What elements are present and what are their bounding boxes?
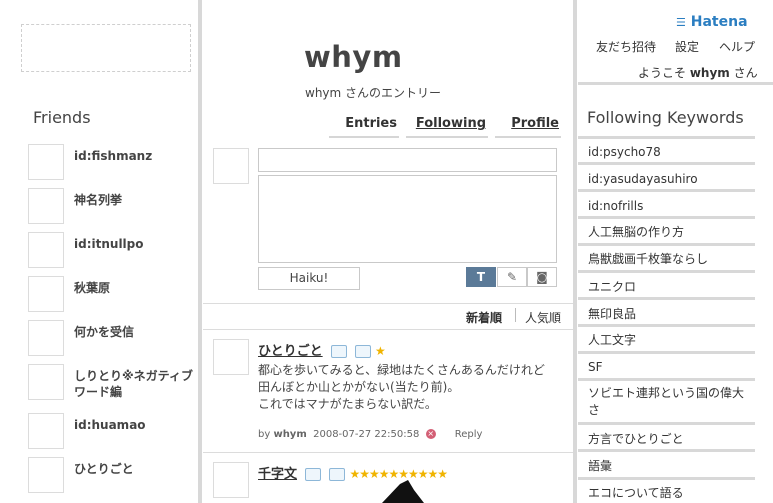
- tab-label: Following: [415, 116, 486, 131]
- friend-avatar[interactable]: [28, 364, 64, 400]
- friend-avatar[interactable]: [28, 276, 64, 312]
- friend-item[interactable]: id:itnullpo: [28, 232, 196, 270]
- keyword-item[interactable]: 人工文字: [578, 331, 755, 354]
- tab-label: Entries: [345, 116, 397, 131]
- camera-icon[interactable]: ◙: [527, 267, 557, 287]
- keyword-item[interactable]: 無印良品: [578, 305, 755, 327]
- keywords-title: Following Keywords: [587, 108, 744, 127]
- friend-item[interactable]: id:huamao: [28, 413, 196, 451]
- entry-line: 都心を歩いてみると、緑地はたくさんあるんだけれど: [258, 363, 545, 377]
- delete-icon[interactable]: ×: [425, 429, 436, 439]
- comment-icon[interactable]: [330, 345, 347, 358]
- friend-name[interactable]: 秋葉原: [74, 280, 198, 296]
- divider: [203, 303, 573, 304]
- friend-avatar[interactable]: [28, 320, 64, 356]
- hatena-logo[interactable]: ☰ Hatena: [676, 14, 748, 30]
- friend-item[interactable]: id:fishmanz: [28, 144, 196, 182]
- reply-link[interactable]: Reply: [455, 429, 483, 440]
- comment-icon[interactable]: [305, 468, 322, 481]
- entry-avatar[interactable]: [213, 339, 249, 375]
- divider: [203, 329, 573, 330]
- ad-placeholder: [21, 24, 191, 72]
- entry-meta: by whym 2008-07-27 22:50:58 × Reply: [258, 429, 482, 440]
- divider: [203, 452, 573, 453]
- friend-avatar[interactable]: [28, 457, 64, 493]
- friend-item[interactable]: しりとり※ネガティブワード編: [28, 364, 196, 402]
- friend-name[interactable]: 神名列挙: [74, 192, 198, 208]
- tab-entries[interactable]: Entries: [329, 116, 399, 138]
- keyword-item[interactable]: エコについて語る: [578, 484, 755, 503]
- friend-item[interactable]: 秋葉原: [28, 276, 196, 314]
- keyword-item[interactable]: 方言でひとりごと: [578, 430, 755, 452]
- keywords-divider: [578, 136, 755, 139]
- welcome-prefix: ようこそ: [638, 66, 687, 80]
- text-mode-icon[interactable]: T: [466, 267, 496, 287]
- star-rating[interactable]: ★★★★★★★★★★: [349, 467, 448, 481]
- entry-avatar[interactable]: [213, 462, 249, 498]
- tab-following[interactable]: Following: [406, 116, 488, 138]
- keyword-item[interactable]: 語彙: [578, 457, 755, 480]
- friend-name[interactable]: しりとり※ネガティブワード編: [74, 368, 198, 400]
- sort-newest[interactable]: 新着順: [466, 309, 502, 326]
- page-subtitle: whym さんのエントリー: [305, 86, 442, 100]
- entry-header: ひとりごと ★: [258, 340, 386, 359]
- image-icon[interactable]: [329, 468, 346, 481]
- keyword-item[interactable]: ソビエト連邦という国の偉大さ: [578, 385, 755, 425]
- sort-separator: [515, 308, 516, 322]
- entry-line: 田んぼとか山とかがない(当たり前)。: [258, 380, 460, 394]
- friend-avatar[interactable]: [28, 188, 64, 224]
- nav-help[interactable]: ヘルプ: [719, 38, 755, 55]
- image-icon[interactable]: [354, 345, 371, 358]
- friend-avatar[interactable]: [28, 232, 64, 268]
- entry-title[interactable]: ひとりごと: [258, 344, 323, 359]
- friends-title: Friends: [33, 108, 91, 127]
- blog-name[interactable]: whym: [304, 40, 403, 74]
- post-body-textarea[interactable]: [258, 175, 557, 263]
- keyword-item[interactable]: id:psycho78: [578, 143, 755, 165]
- keyword-item[interactable]: 鳥獣戯画千枚筆ならし: [578, 250, 755, 273]
- welcome-user[interactable]: whym: [690, 66, 730, 80]
- keyword-item[interactable]: id:nofrills: [578, 197, 755, 219]
- friend-name[interactable]: id:itnullpo: [74, 236, 198, 252]
- nav-invite-friends[interactable]: 友だち招待: [596, 38, 656, 55]
- tab-label: Profile: [511, 116, 559, 131]
- keyword-item[interactable]: SF: [578, 358, 755, 381]
- entry-body: 都心を歩いてみると、緑地はたくさんあるんだけれど 田んぼとか山とかがない(当たり…: [258, 362, 568, 413]
- header-divider: [578, 82, 773, 85]
- star-rating[interactable]: ★: [375, 344, 386, 358]
- right-column-divider: [573, 0, 577, 503]
- entry-timestamp[interactable]: 2008-07-27 22:50:58: [313, 429, 419, 440]
- friend-item[interactable]: ひとりごと: [28, 457, 196, 495]
- friend-item[interactable]: 神名列挙: [28, 188, 196, 226]
- keyword-input[interactable]: [258, 148, 557, 172]
- keyword-item[interactable]: ユニクロ: [578, 278, 755, 300]
- keyword-item[interactable]: 人工無脳の作り方: [578, 223, 755, 246]
- sort-popular[interactable]: 人気順: [525, 309, 561, 326]
- friend-name[interactable]: ひとりごと: [74, 461, 198, 477]
- friend-name[interactable]: 何かを受信: [74, 324, 198, 340]
- hatena-logo-text: Hatena: [690, 14, 748, 30]
- by-label: by: [258, 429, 271, 440]
- haiku-submit-button[interactable]: Haiku!: [258, 267, 360, 290]
- friend-name[interactable]: id:huamao: [74, 417, 198, 433]
- drawing-preview: [382, 480, 424, 503]
- entry-title[interactable]: 千字文: [258, 467, 297, 482]
- keyword-item[interactable]: id:yasudayasuhiro: [578, 170, 755, 192]
- tab-profile[interactable]: Profile: [495, 116, 561, 138]
- friend-avatar[interactable]: [28, 144, 64, 180]
- welcome-suffix: さん: [733, 66, 758, 80]
- nav-settings[interactable]: 設定: [675, 38, 699, 55]
- brush-icon[interactable]: ✎: [497, 267, 527, 287]
- friend-name[interactable]: id:fishmanz: [74, 148, 198, 164]
- left-column-divider: [198, 0, 202, 503]
- welcome-message: ようこそ whym さん: [638, 64, 758, 81]
- hatena-logo-icon: ☰: [676, 16, 686, 29]
- user-avatar: [213, 148, 249, 184]
- entry-author[interactable]: whym: [273, 429, 306, 440]
- friend-item[interactable]: 何かを受信: [28, 320, 196, 358]
- friend-avatar[interactable]: [28, 413, 64, 449]
- entry-line: これではマナがたまらない訳だ。: [258, 397, 437, 411]
